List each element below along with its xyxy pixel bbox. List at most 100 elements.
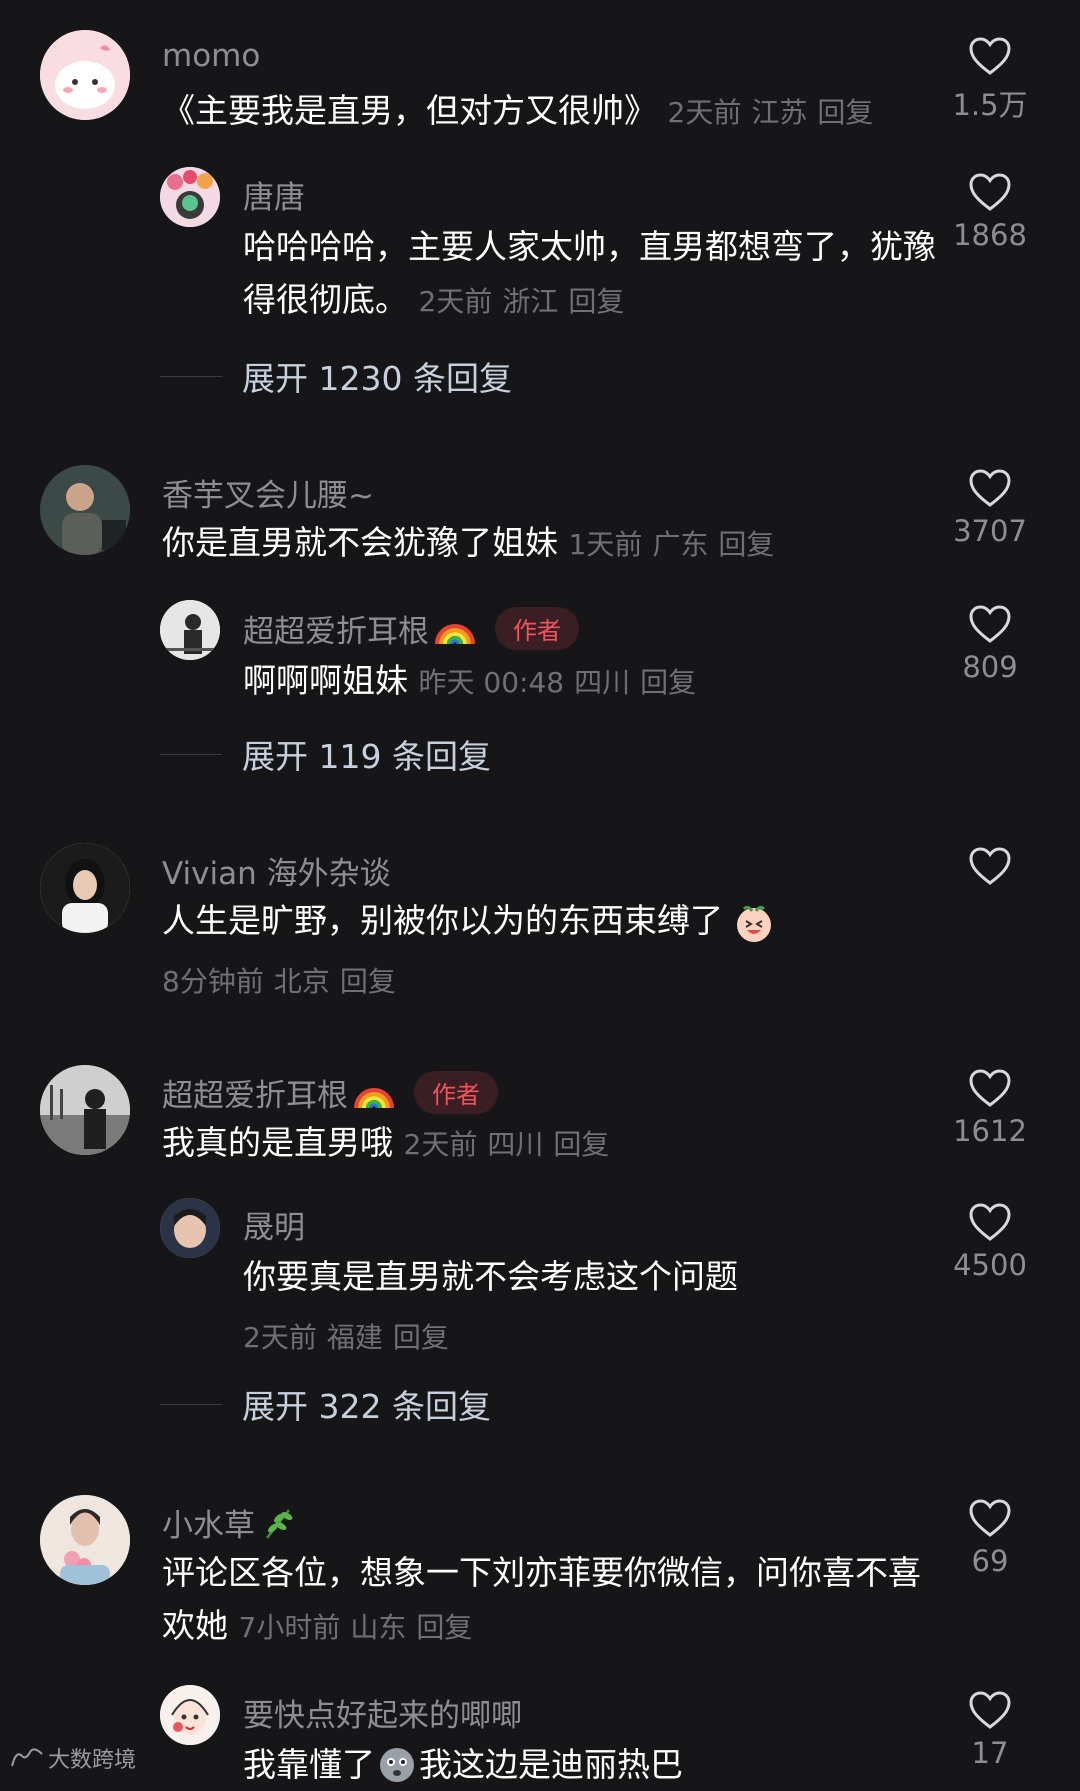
avatar[interactable]: [160, 600, 220, 660]
reply-username[interactable]: 晟明: [243, 1202, 305, 1247]
avatar[interactable]: [40, 30, 130, 120]
reply-body: 啊啊啊姐妹: [243, 661, 408, 700]
avatar[interactable]: [40, 1495, 130, 1585]
comment-username[interactable]: 超超爱折耳根 作者: [162, 1070, 498, 1115]
laughing-face-icon: [736, 905, 771, 942]
like-button[interactable]: 1.5万: [940, 36, 1040, 124]
divider: [160, 1403, 222, 1405]
comment-time: 8分钟前: [162, 965, 264, 998]
reply-button[interactable]: 回复: [416, 1611, 472, 1644]
comment-username[interactable]: 香芋叉会儿腰~: [162, 470, 374, 515]
expand-replies-label: 展开 322 条回复: [242, 1387, 491, 1426]
expand-replies-button[interactable]: 展开 322 条回复: [160, 1380, 491, 1428]
like-button[interactable]: 1612: [940, 1068, 1040, 1148]
comment-username[interactable]: momo: [162, 38, 260, 74]
watermark: 大数跨境: [10, 1742, 136, 1774]
comment-meta: 8分钟前 北京 回复: [162, 960, 406, 1000]
reply-time: 2天前: [418, 285, 493, 318]
expand-replies-button[interactable]: 展开 119 条回复: [160, 730, 491, 778]
heart-icon: [969, 37, 1011, 75]
avatar[interactable]: [160, 167, 220, 227]
reply-button[interactable]: 回复: [640, 666, 696, 699]
reply-button[interactable]: 回复: [568, 285, 624, 318]
comment-username[interactable]: Vivian 海外杂谈: [162, 848, 391, 893]
comment-body: 人生是旷野，别被你以为的东西束缚了: [162, 901, 723, 940]
comment-body: 我真的是直男哦: [162, 1123, 393, 1162]
avatar-photo-icon: [160, 1198, 220, 1258]
reply-time: 2天前: [243, 1321, 317, 1354]
comment-username-text: 超超爱折耳根: [162, 1078, 348, 1114]
reply-location: 浙江: [502, 285, 559, 318]
shocked-face-icon: [380, 1747, 414, 1782]
avatar-photo-icon: [40, 1495, 130, 1585]
comment-location: 山东: [350, 1611, 407, 1644]
avatar-photo-icon: [40, 465, 130, 555]
avatar-drawing-icon: [160, 1685, 220, 1745]
like-count: 1868: [953, 218, 1027, 252]
heart-icon: [969, 847, 1011, 885]
reply-text: 我靠懂了 我这边是迪丽热巴: [243, 1738, 943, 1791]
like-count: 809: [962, 650, 1018, 684]
rainbow-icon: [435, 623, 475, 644]
reply-username[interactable]: 超超爱折耳根 作者: [243, 606, 579, 651]
like-count: 17: [971, 1736, 1009, 1770]
comment-username[interactable]: 小水草: [162, 1500, 297, 1545]
reply-text: 哈哈哈哈，主要人家太帅，直男都想弯了，犹豫得很彻底。 2天前 浙江 回复: [243, 220, 943, 328]
comment-text: 人生是旷野，别被你以为的东西束缚了: [162, 894, 942, 947]
reply-location: 四川: [574, 666, 631, 699]
avatar-photo-icon: [40, 1065, 130, 1155]
like-button[interactable]: 1868: [940, 172, 1040, 252]
heart-icon: [969, 1203, 1011, 1241]
avatar-photo-icon: [40, 843, 130, 933]
reply-button[interactable]: 回复: [553, 1128, 609, 1161]
comment-text: 《主要我是直男，但对方又很帅》 2天前 江苏 回复: [162, 84, 942, 139]
heart-icon: [969, 1499, 1011, 1537]
reply-meta: 2天前 福建 回复: [243, 1316, 459, 1356]
like-count: 1612: [953, 1114, 1027, 1148]
comment-body: 你是直男就不会犹豫了姐妹: [162, 523, 558, 562]
watermark-text: 大数跨境: [48, 1748, 137, 1773]
heart-icon: [969, 1069, 1011, 1107]
like-button[interactable]: 3707: [940, 468, 1040, 548]
avatar[interactable]: [160, 1198, 220, 1258]
reply-button[interactable]: 回复: [718, 528, 774, 561]
comment-text: 评论区各位，想象一下刘亦菲要你微信，问你喜不喜欢她 7小时前 山东 回复: [162, 1546, 932, 1654]
author-badge: 作者: [495, 607, 579, 650]
heart-icon: [969, 173, 1011, 211]
reply-button[interactable]: 回复: [340, 965, 396, 998]
reply-username[interactable]: 要快点好起来的唧唧: [243, 1690, 522, 1735]
comment-location: 广东: [652, 528, 709, 561]
author-badge: 作者: [414, 1071, 498, 1114]
avatar-flower-icon: [160, 167, 220, 227]
like-button[interactable]: 17: [940, 1690, 1040, 1770]
like-count: 3707: [953, 514, 1027, 548]
avatar[interactable]: [40, 1065, 130, 1155]
avatar[interactable]: [40, 465, 130, 555]
reply-time: 昨天 00:48: [418, 666, 565, 699]
reply-username[interactable]: 唐唐: [243, 172, 305, 217]
divider: [160, 753, 222, 755]
reply-button[interactable]: 回复: [817, 96, 873, 129]
comment-username-text: 小水草: [162, 1508, 255, 1544]
like-button[interactable]: [940, 846, 1040, 886]
like-count: 69: [971, 1544, 1009, 1578]
heart-icon: [969, 1691, 1011, 1729]
rainbow-icon: [354, 1087, 394, 1108]
reply-button[interactable]: 回复: [393, 1321, 449, 1354]
avatar-cartoon-icon: [40, 30, 130, 120]
comment-time: 2天前: [403, 1128, 478, 1161]
like-button[interactable]: 69: [940, 1498, 1040, 1578]
like-count: 1.5万: [952, 88, 1028, 122]
heart-icon: [969, 605, 1011, 643]
comment-location: 北京: [273, 965, 330, 998]
avatar[interactable]: [160, 1685, 220, 1745]
comment-location: 江苏: [751, 96, 808, 129]
comment-time: 1天前: [568, 528, 643, 561]
like-button[interactable]: 4500: [940, 1202, 1040, 1282]
reply-text: 你要真是直男就不会考虑这个问题: [243, 1250, 943, 1303]
herb-leaf-icon: [266, 1508, 293, 1539]
expand-replies-button[interactable]: 展开 1230 条回复: [160, 352, 512, 400]
avatar[interactable]: [40, 843, 130, 933]
like-button[interactable]: 809: [940, 604, 1040, 684]
expand-replies-label: 展开 1230 条回复: [242, 359, 512, 398]
